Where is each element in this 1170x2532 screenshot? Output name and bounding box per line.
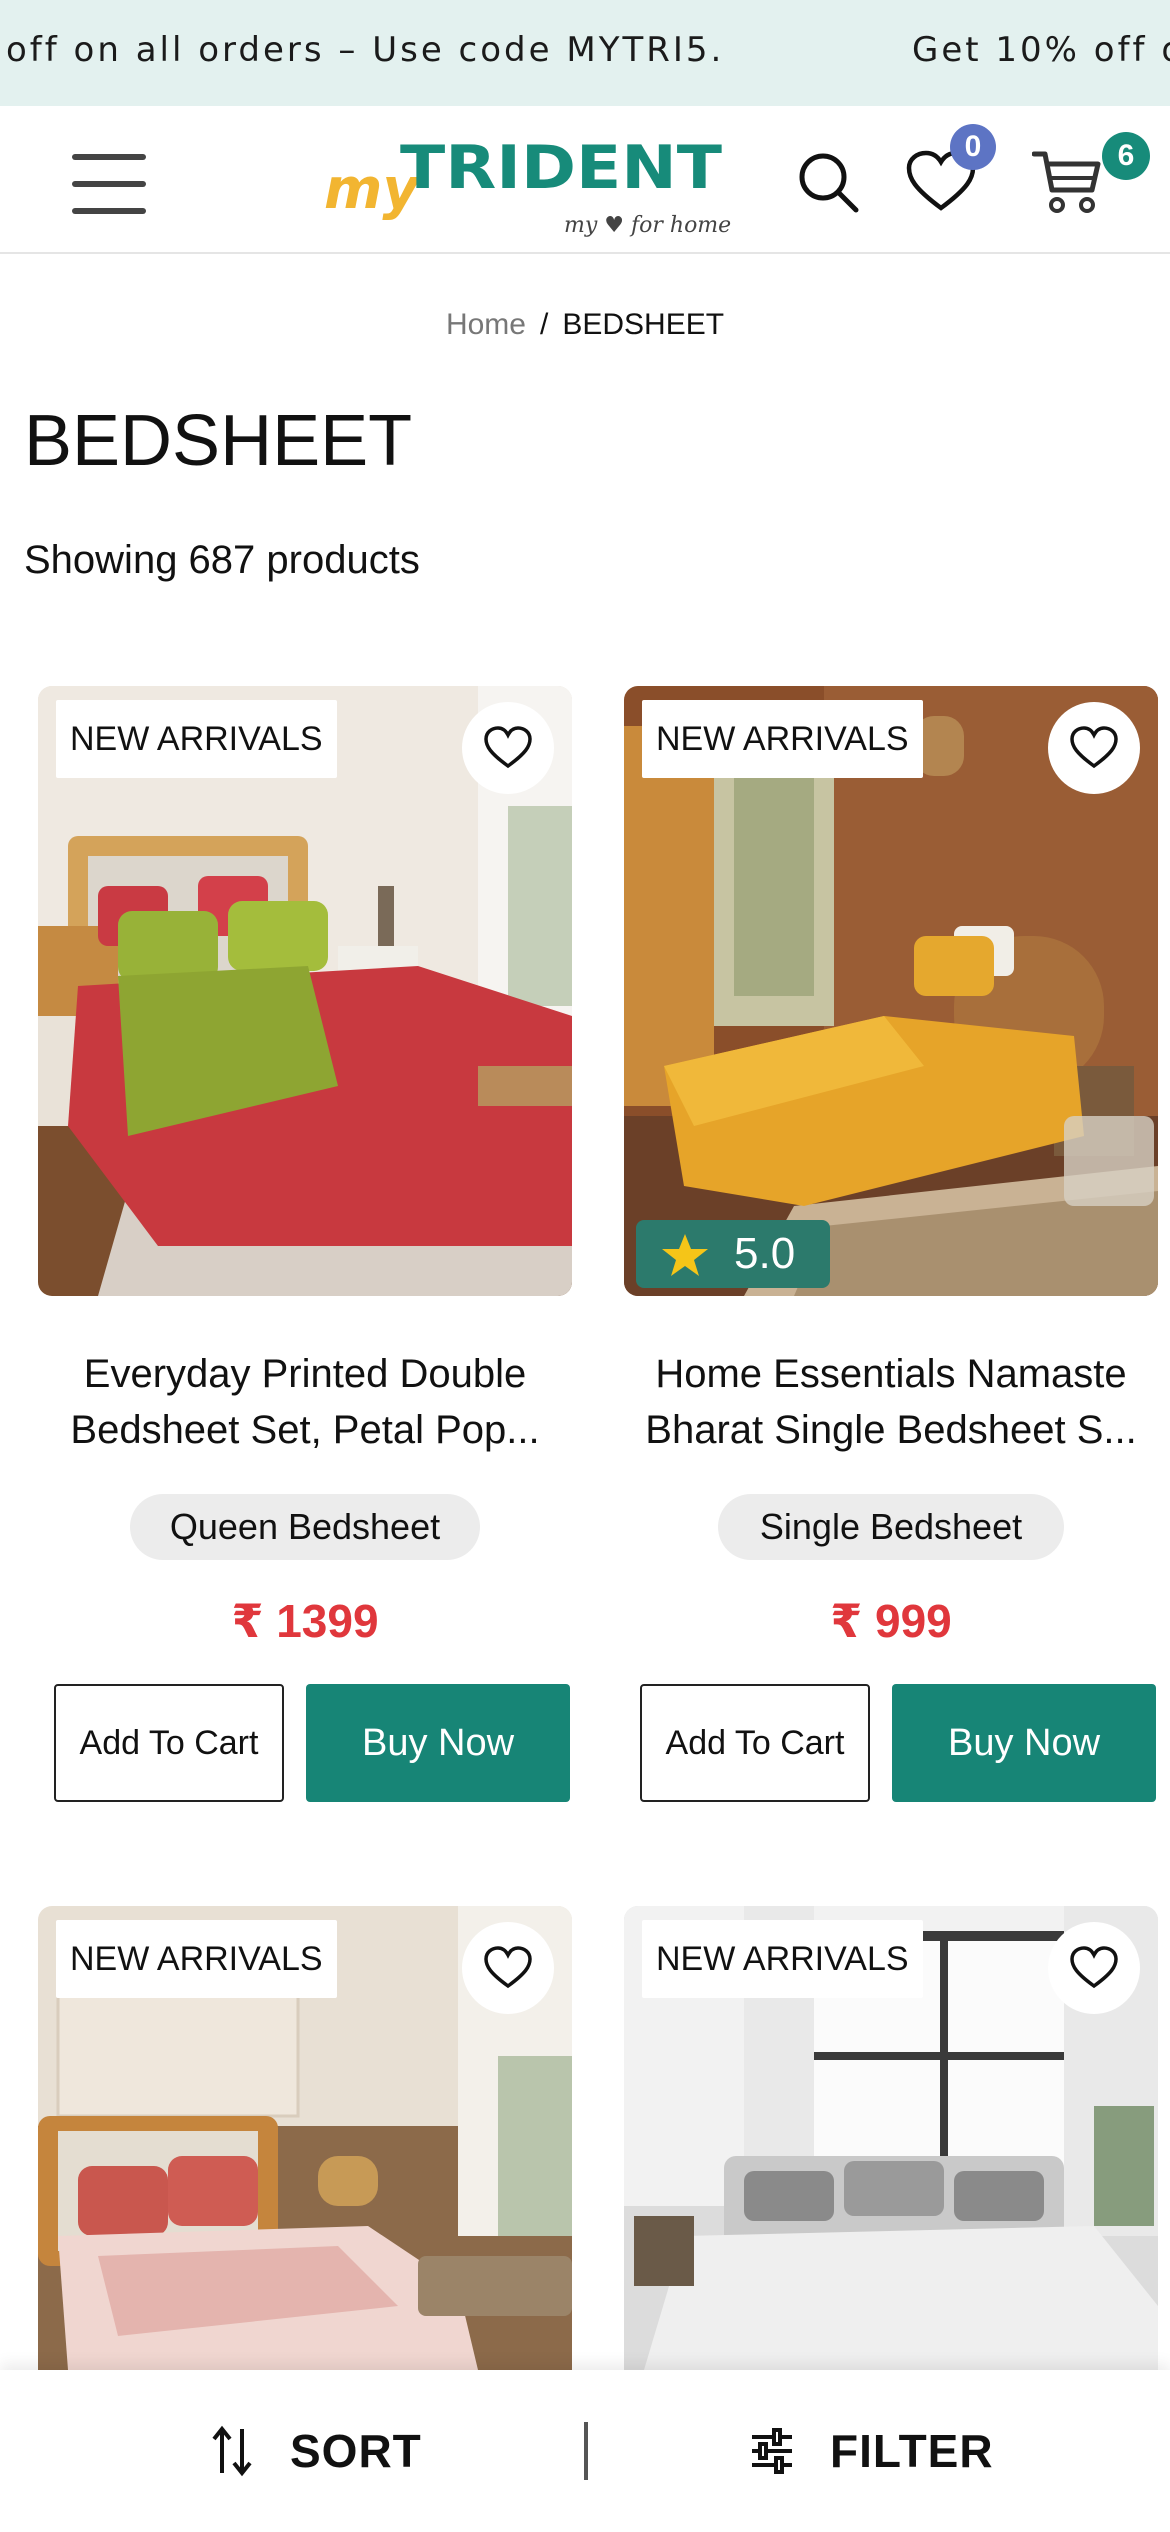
product-card[interactable]: NEW ARRIVALS 5.0 Home Essentials Namaste… xyxy=(624,686,1158,1816)
filter-icon xyxy=(752,2428,792,2474)
wishlist-toggle[interactable] xyxy=(1048,1922,1140,2014)
category-pill: Queen Bedsheet xyxy=(130,1494,480,1560)
wishlist-count-badge: 0 xyxy=(950,124,996,170)
buy-now-button[interactable]: Buy Now xyxy=(306,1684,570,1802)
product-card[interactable]: NEW ARRIVALS Everyday Printed Double Beds… xyxy=(38,686,572,1816)
breadcrumb-current: BEDSHEET xyxy=(562,308,725,341)
heart-icon xyxy=(1070,1946,1118,1989)
announcement-message: Get 10% off o xyxy=(912,30,1170,70)
product-name[interactable]: Everyday Printed Double Bedsheet Set, Pet… xyxy=(38,1346,572,1458)
heart-icon xyxy=(1070,726,1118,769)
product-count: Showing 687 products xyxy=(24,538,420,582)
announcement-message: off on all orders – Use code MYTRI5. xyxy=(6,30,725,70)
announcement-bar: off on all orders – Use code MYTRI5. Get… xyxy=(0,0,1170,106)
breadcrumb: Home / BEDSHEET xyxy=(0,308,1170,342)
add-to-cart-button[interactable]: Add To Cart xyxy=(640,1684,870,1802)
add-to-cart-button[interactable]: Add To Cart xyxy=(54,1684,284,1802)
wishlist-toggle[interactable] xyxy=(462,702,554,794)
heart-icon xyxy=(484,1946,532,1989)
sort-icon xyxy=(212,2425,252,2477)
site-header: my TRIDENT my ♥ for home 0 6 xyxy=(0,106,1170,254)
product-price: ₹ 999 xyxy=(830,1595,952,1647)
product-price: ₹ 1399 xyxy=(231,1595,379,1647)
new-arrivals-tag: NEW ARRIVALS xyxy=(56,1920,337,1998)
brand-logo[interactable]: my TRIDENT my ♥ for home xyxy=(320,126,740,242)
product-card[interactable]: NEW ARRIVALS xyxy=(624,1906,1158,2370)
star-icon xyxy=(662,1234,708,1276)
page-title: BEDSHEET xyxy=(24,401,413,481)
menu-icon[interactable] xyxy=(72,154,148,214)
heart-icon xyxy=(484,726,532,769)
product-name[interactable]: Home Essentials Namaste Bharat Single Bed… xyxy=(624,1346,1158,1458)
new-arrivals-tag: NEW ARRIVALS xyxy=(642,700,923,778)
buy-now-button[interactable]: Buy Now xyxy=(892,1684,1156,1802)
sort-label: SORT xyxy=(290,2425,422,2477)
breadcrumb-home[interactable]: Home xyxy=(446,308,526,341)
new-arrivals-tag: NEW ARRIVALS xyxy=(642,1920,923,1998)
cart-icon[interactable] xyxy=(1032,148,1104,216)
svg-text:TRIDENT: TRIDENT xyxy=(400,133,722,203)
category-pill: Single Bedsheet xyxy=(718,1494,1064,1560)
divider xyxy=(584,2422,588,2480)
filter-label: FILTER xyxy=(830,2425,994,2477)
product-card[interactable]: NEW ARRIVALS xyxy=(38,1906,572,2370)
rating-value: 5.0 xyxy=(734,1229,796,1278)
search-icon[interactable] xyxy=(796,150,860,214)
rating-badge: 5.0 xyxy=(636,1220,830,1288)
wishlist-toggle[interactable] xyxy=(462,1922,554,2014)
cart-count-badge: 6 xyxy=(1102,132,1150,180)
new-arrivals-tag: NEW ARRIVALS xyxy=(56,700,337,778)
wishlist-toggle[interactable] xyxy=(1048,702,1140,794)
breadcrumb-separator: / xyxy=(539,308,549,341)
sort-filter-bar: SORT FILTER xyxy=(0,2370,1170,2532)
svg-text:my ♥ for home: my ♥ for home xyxy=(564,213,731,238)
